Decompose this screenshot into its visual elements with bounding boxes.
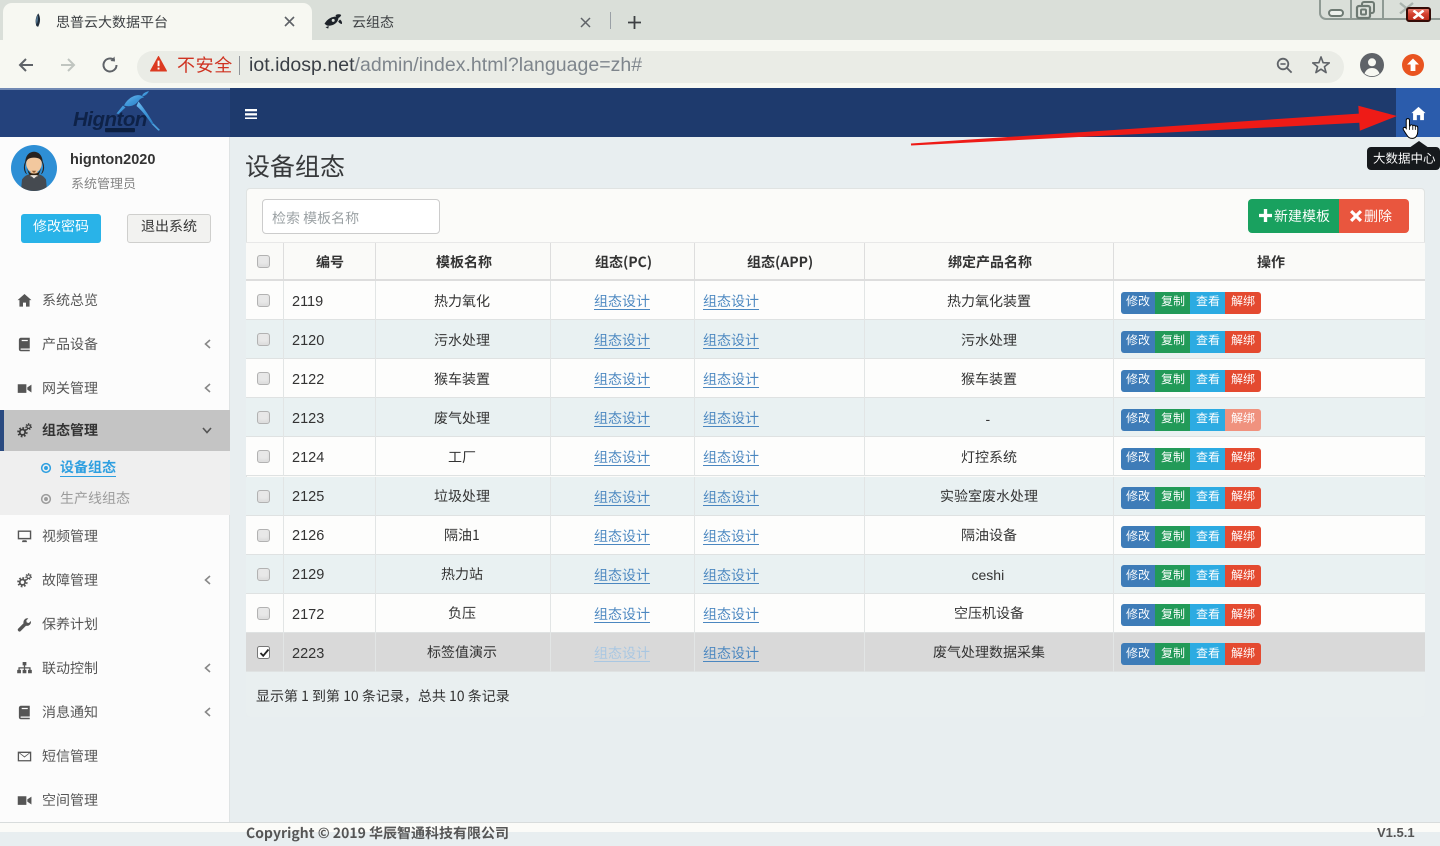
svg-text:Hignton: Hignton <box>73 108 147 131</box>
